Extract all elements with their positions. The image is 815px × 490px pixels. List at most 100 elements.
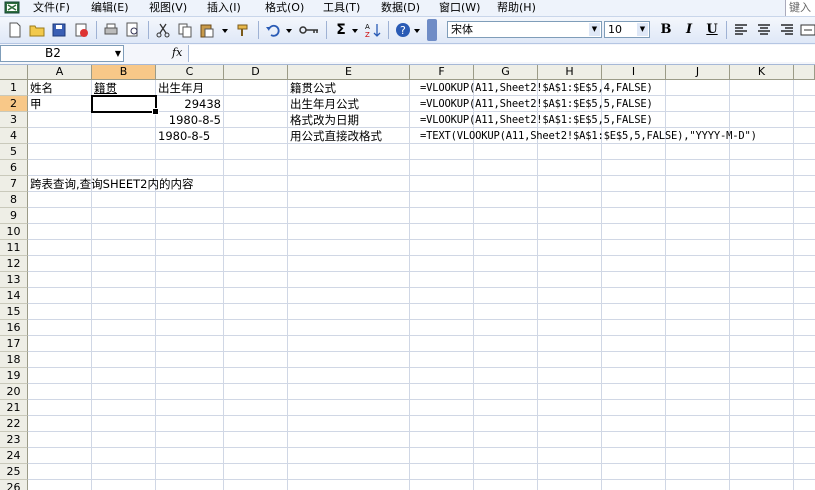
cell-C4[interactable]: 1980-8-5 xyxy=(156,128,224,144)
cell-B1[interactable]: 籍贯 xyxy=(92,80,156,96)
cell-F2[interactable]: =VLOOKUP(A11,Sheet2!$A$1:$E$5,5,FALSE) xyxy=(418,96,815,112)
menu-view[interactable]: 视图(V) xyxy=(149,1,187,15)
row-header-22[interactable]: 22 xyxy=(0,416,28,432)
column-header-I[interactable]: I xyxy=(602,65,666,80)
row-header-20[interactable]: 20 xyxy=(0,384,28,400)
active-cell-selection[interactable] xyxy=(91,95,159,115)
bold-button[interactable]: B xyxy=(657,21,675,39)
menu-help[interactable]: 帮助(H) xyxy=(497,1,536,15)
cell-E1[interactable]: 籍贯公式 xyxy=(288,80,410,96)
cell-E3[interactable]: 格式改为日期 xyxy=(288,112,410,128)
row-header-8[interactable]: 8 xyxy=(0,192,28,208)
column-header-J[interactable]: J xyxy=(666,65,730,80)
chevron-down-icon[interactable]: ▼ xyxy=(637,23,648,36)
row-header-23[interactable]: 23 xyxy=(0,432,28,448)
column-header-D[interactable]: D xyxy=(224,65,288,80)
menu-edit[interactable]: 编辑(E) xyxy=(91,1,129,15)
cell-C2[interactable]: 29438 xyxy=(156,96,224,112)
cut-icon[interactable] xyxy=(154,21,172,39)
column-header-H[interactable]: H xyxy=(538,65,602,80)
merge-center-icon[interactable] xyxy=(799,21,815,39)
row-header-10[interactable]: 10 xyxy=(0,224,28,240)
column-header-G[interactable]: G xyxy=(474,65,538,80)
permission-icon[interactable] xyxy=(72,21,90,39)
column-header-F[interactable]: F xyxy=(410,65,474,80)
cell-E2[interactable]: 出生年月公式 xyxy=(288,96,410,112)
undo-dropdown-icon[interactable] xyxy=(284,21,294,39)
cell-C1[interactable]: 出生年月 xyxy=(156,80,224,96)
formula-input[interactable] xyxy=(188,45,815,62)
menu-window[interactable]: 窗口(W) xyxy=(439,1,480,15)
menu-tools[interactable]: 工具(T) xyxy=(323,1,360,15)
cell-E4[interactable]: 用公式直接改格式 xyxy=(288,128,410,144)
column-header-K[interactable]: K xyxy=(730,65,794,80)
align-left-icon[interactable] xyxy=(732,21,750,39)
save-icon[interactable] xyxy=(50,21,68,39)
print-preview-icon[interactable] xyxy=(124,21,142,39)
undo-icon[interactable] xyxy=(264,21,282,39)
fx-icon[interactable]: fx xyxy=(172,46,182,59)
row-header-3[interactable]: 3 xyxy=(0,112,28,128)
chevron-down-icon[interactable]: ▼ xyxy=(115,47,121,60)
row-header-12[interactable]: 12 xyxy=(0,256,28,272)
menu-format[interactable]: 格式(O) xyxy=(265,1,304,15)
row-header-1[interactable]: 1 xyxy=(0,80,28,96)
autosum-button[interactable]: Σ xyxy=(332,21,350,39)
cell-A2[interactable]: 甲 xyxy=(28,96,92,112)
new-document-icon[interactable] xyxy=(6,21,24,39)
help-icon[interactable]: ? xyxy=(394,21,412,39)
row-header-26[interactable]: 26 xyxy=(0,480,28,490)
excel-app-icon[interactable] xyxy=(4,1,20,14)
print-icon[interactable] xyxy=(102,21,120,39)
cell-A7[interactable]: 跨表查询,查询SHEET2内的内容 xyxy=(28,176,428,192)
font-name-select[interactable]: 宋体 ▼ xyxy=(447,21,602,38)
row-header-24[interactable]: 24 xyxy=(0,448,28,464)
autosum-dropdown-icon[interactable] xyxy=(350,21,360,39)
select-all-corner[interactable] xyxy=(0,65,28,80)
copy-icon[interactable] xyxy=(176,21,194,39)
column-header-C[interactable]: C xyxy=(156,65,224,80)
column-header-B[interactable]: B xyxy=(92,65,156,80)
align-right-icon[interactable] xyxy=(778,21,796,39)
cell-C3[interactable]: 1980-8-5 xyxy=(156,112,224,128)
help-dropdown-icon[interactable] xyxy=(412,21,422,39)
row-header-16[interactable]: 16 xyxy=(0,320,28,336)
menu-data[interactable]: 数据(D) xyxy=(381,1,420,15)
chevron-down-icon[interactable]: ▼ xyxy=(589,23,600,36)
paste-icon[interactable] xyxy=(198,21,216,39)
format-painter-icon[interactable] xyxy=(234,21,252,39)
row-header-4[interactable]: 4 xyxy=(0,128,28,144)
row-header-25[interactable]: 25 xyxy=(0,464,28,480)
menu-insert[interactable]: 插入(I) xyxy=(207,1,241,15)
fill-handle[interactable] xyxy=(152,108,159,115)
row-header-14[interactable]: 14 xyxy=(0,288,28,304)
underline-button[interactable]: U xyxy=(703,21,721,39)
row-header-2[interactable]: 2 xyxy=(0,96,28,112)
cell-F3[interactable]: =VLOOKUP(A11,Sheet2!$A$1:$E$5,5,FALSE) xyxy=(418,112,815,128)
row-header-17[interactable]: 17 xyxy=(0,336,28,352)
menu-file[interactable]: 文件(F) xyxy=(33,1,70,15)
row-header-11[interactable]: 11 xyxy=(0,240,28,256)
row-header-5[interactable]: 5 xyxy=(0,144,28,160)
row-header-15[interactable]: 15 xyxy=(0,304,28,320)
open-folder-icon[interactable] xyxy=(28,21,46,39)
row-header-19[interactable]: 19 xyxy=(0,368,28,384)
cell-F1[interactable]: =VLOOKUP(A11,Sheet2!$A$1:$E$5,4,FALSE) xyxy=(418,80,815,96)
row-header-21[interactable]: 21 xyxy=(0,400,28,416)
font-size-select[interactable]: 10 ▼ xyxy=(604,21,650,38)
help-question-box[interactable]: 键入 xyxy=(785,0,815,16)
name-box[interactable]: B2 ▼ xyxy=(0,45,124,62)
paste-dropdown-icon[interactable] xyxy=(220,21,230,39)
italic-button[interactable]: I xyxy=(680,21,698,39)
row-header-7[interactable]: 7 xyxy=(0,176,28,192)
align-center-icon[interactable] xyxy=(755,21,773,39)
sort-ascending-icon[interactable]: AZ xyxy=(364,21,382,39)
cell-A1[interactable]: 姓名 xyxy=(28,80,92,96)
row-header-9[interactable]: 9 xyxy=(0,208,28,224)
column-header-A[interactable]: A xyxy=(28,65,92,80)
toolbar-options-grip[interactable] xyxy=(427,19,437,41)
cell-F4[interactable]: =TEXT(VLOOKUP(A11,Sheet2!$A$1:$E$5,5,FAL… xyxy=(418,128,815,144)
row-header-13[interactable]: 13 xyxy=(0,272,28,288)
column-header-E[interactable]: E xyxy=(288,65,410,80)
key-icon[interactable] xyxy=(298,21,320,39)
